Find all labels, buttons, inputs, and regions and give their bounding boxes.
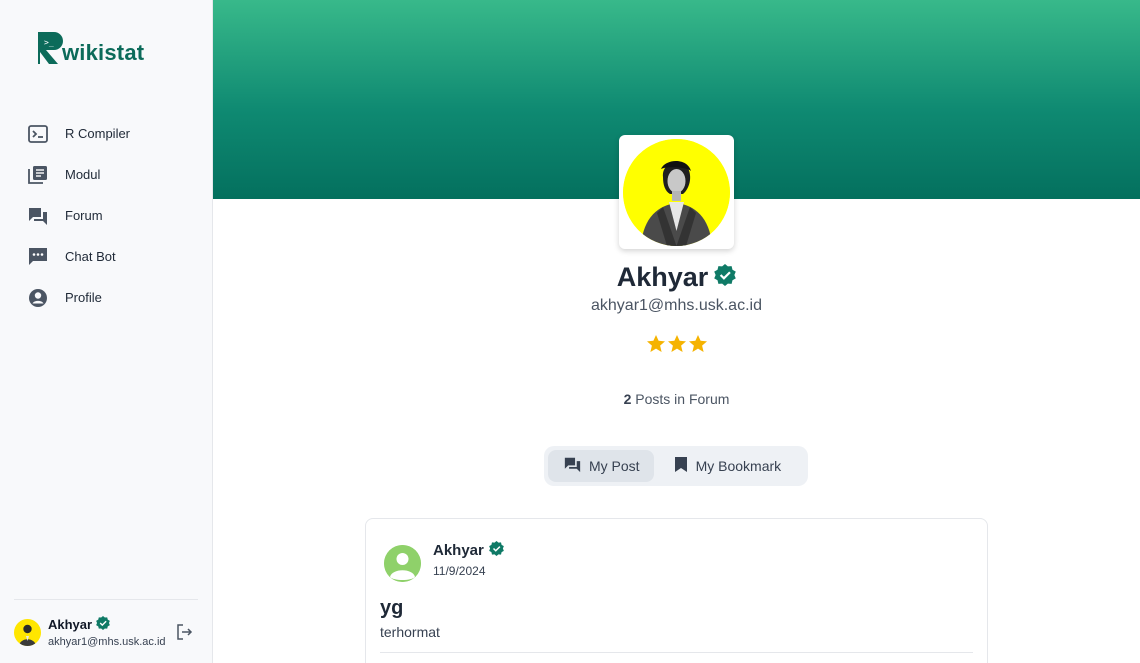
verified-icon bbox=[96, 616, 110, 633]
post-divider bbox=[380, 652, 973, 653]
star-icon bbox=[667, 334, 687, 359]
post-card[interactable]: Akhyar 11/9/2024 yg terhormat bbox=[365, 518, 988, 663]
svg-text:>_: >_ bbox=[44, 38, 54, 47]
logout-icon[interactable] bbox=[175, 623, 193, 641]
profile-tabs: My Post My Bookmark bbox=[544, 446, 808, 486]
main-content: Akhyar akhyar1@mhs.usk.ac.id 2 Posts in … bbox=[213, 0, 1140, 663]
tab-label: My Bookmark bbox=[695, 458, 782, 474]
sidebar-item-label: Forum bbox=[65, 208, 103, 223]
verified-icon bbox=[714, 262, 737, 293]
tab-my-bookmark[interactable]: My Bookmark bbox=[658, 450, 796, 482]
forum-icon bbox=[564, 456, 581, 476]
rating-stars bbox=[213, 334, 1140, 359]
profile-name-row: Akhyar bbox=[213, 262, 1140, 293]
posts-count: 2 Posts in Forum bbox=[213, 391, 1140, 407]
logo-r-icon: >_ bbox=[36, 30, 64, 66]
sidebar-item-label: Chat Bot bbox=[65, 249, 116, 264]
profile-name: Akhyar bbox=[616, 262, 709, 292]
avatar[interactable] bbox=[14, 619, 41, 646]
post-date: 11/9/2024 bbox=[433, 564, 486, 578]
profile-avatar-frame bbox=[619, 135, 734, 249]
star-icon bbox=[688, 334, 708, 359]
post-title: yg bbox=[380, 597, 404, 619]
library-books-icon bbox=[28, 165, 48, 185]
sidebar-user-card: Akhyar akhyar1@mhs.usk.ac.id bbox=[14, 612, 199, 652]
account-circle-icon bbox=[28, 288, 48, 308]
tab-label: My Post bbox=[589, 458, 640, 474]
profile-avatar[interactable] bbox=[623, 139, 730, 246]
sidebar-item-label: Profile bbox=[65, 290, 102, 305]
bookmark-icon bbox=[674, 456, 688, 476]
sidebar-item-forum[interactable]: Forum bbox=[22, 195, 202, 236]
post-author-row: Akhyar bbox=[433, 541, 504, 560]
sidebar-item-label: Modul bbox=[65, 167, 101, 182]
sidebar-user-email: akhyar1@mhs.usk.ac.id bbox=[48, 636, 166, 648]
sidebar-user-name-row: Akhyar bbox=[48, 616, 110, 633]
logo-text: wikistat bbox=[62, 40, 145, 65]
app-logo[interactable]: >_ wikistat bbox=[36, 30, 144, 66]
sidebar-nav: R Compiler Modul Forum Chat Bot Profile bbox=[22, 113, 202, 318]
forum-icon bbox=[28, 206, 48, 226]
sidebar-item-profile[interactable]: Profile bbox=[22, 277, 202, 318]
sidebar-item-modul[interactable]: Modul bbox=[22, 154, 202, 195]
sidebar-item-chat-bot[interactable]: Chat Bot bbox=[22, 236, 202, 277]
sidebar-user-name: Akhyar bbox=[48, 617, 93, 632]
post-author-avatar[interactable] bbox=[384, 545, 421, 582]
post-author-name: Akhyar bbox=[433, 542, 484, 559]
chat-dots-icon bbox=[28, 247, 48, 267]
tab-my-post[interactable]: My Post bbox=[548, 450, 654, 482]
terminal-icon bbox=[28, 124, 48, 144]
profile-email: akhyar1@mhs.usk.ac.id bbox=[591, 297, 762, 314]
sidebar: >_ wikistat R Compiler Modul Forum Chat … bbox=[0, 0, 213, 663]
post-body: terhormat bbox=[380, 624, 440, 640]
sidebar-item-label: R Compiler bbox=[65, 126, 131, 141]
sidebar-item-r-compiler[interactable]: R Compiler bbox=[22, 113, 202, 154]
star-icon bbox=[646, 334, 666, 359]
sidebar-divider bbox=[14, 599, 198, 600]
verified-icon bbox=[489, 541, 504, 560]
posts-count-label: Posts in Forum bbox=[631, 391, 730, 407]
